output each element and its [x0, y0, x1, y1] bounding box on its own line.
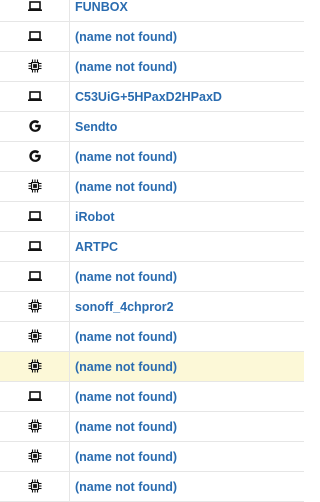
device-name-link[interactable]: sonoff_4chpror2: [75, 300, 174, 314]
chip-icon: [27, 58, 43, 74]
chip-icon: [27, 298, 43, 314]
device-name-link[interactable]: (name not found): [75, 420, 177, 434]
device-icon-cell: [0, 141, 70, 172]
device-name-cell: (name not found): [69, 351, 304, 382]
device-name-link[interactable]: (name not found): [75, 390, 177, 404]
device-icon-cell: [0, 231, 70, 262]
device-name-cell: (name not found): [69, 141, 304, 172]
device-name-cell: (name not found): [69, 51, 304, 82]
device-row: (name not found): [0, 261, 304, 292]
device-name-link[interactable]: (name not found): [75, 150, 177, 164]
device-icon-cell: [0, 321, 70, 352]
chip-icon: [27, 178, 43, 194]
device-name-link[interactable]: ARTPC: [75, 240, 118, 254]
device-name-link[interactable]: (name not found): [75, 450, 177, 464]
device-name-link[interactable]: iRobot: [75, 210, 115, 224]
laptop-icon: [27, 208, 43, 224]
device-row: ARTPC: [0, 231, 304, 262]
device-row: (name not found): [0, 141, 304, 172]
chip-icon: [27, 418, 43, 434]
chip-icon: [27, 448, 43, 464]
device-icon-cell: [0, 471, 70, 502]
device-row: (name not found): [0, 21, 304, 52]
device-icon-cell: [0, 111, 70, 142]
device-name-cell: (name not found): [69, 441, 304, 472]
laptop-icon: [27, 0, 43, 14]
device-name-link[interactable]: (name not found): [75, 270, 177, 284]
device-icon-cell: [0, 261, 70, 292]
device-row: (name not found): [0, 351, 304, 382]
chip-icon: [27, 328, 43, 344]
device-name-cell: FUNBOX: [69, 0, 304, 22]
device-name-cell: (name not found): [69, 21, 304, 52]
device-name-link[interactable]: (name not found): [75, 480, 177, 494]
device-icon-cell: [0, 411, 70, 442]
laptop-icon: [27, 28, 43, 44]
google-icon: [27, 148, 43, 164]
device-row: (name not found): [0, 51, 304, 82]
device-row: (name not found): [0, 441, 304, 472]
device-name-cell: ARTPC: [69, 231, 304, 262]
device-name-cell: (name not found): [69, 471, 304, 502]
chip-icon: [27, 478, 43, 494]
laptop-icon: [27, 268, 43, 284]
device-name-link[interactable]: (name not found): [75, 330, 177, 344]
device-name-cell: (name not found): [69, 411, 304, 442]
device-icon-cell: [0, 21, 70, 52]
device-name-link[interactable]: (name not found): [75, 360, 177, 374]
device-icon-cell: [0, 0, 70, 22]
device-name-cell: (name not found): [69, 171, 304, 202]
device-name-cell: (name not found): [69, 261, 304, 292]
device-rows: FUNBOX (name not found) (name not found) C5…: [0, 0, 304, 502]
laptop-icon: [27, 88, 43, 104]
device-icon-cell: [0, 351, 70, 382]
device-name-cell: sonoff_4chpror2: [69, 291, 304, 322]
device-icon-cell: [0, 171, 70, 202]
device-name-link[interactable]: (name not found): [75, 60, 177, 74]
device-row: iRobot: [0, 201, 304, 232]
device-row: (name not found): [0, 321, 304, 352]
device-name-cell: Sendto: [69, 111, 304, 142]
device-row: (name not found): [0, 471, 304, 502]
device-name-link[interactable]: (name not found): [75, 180, 177, 194]
device-icon-cell: [0, 381, 70, 412]
device-icon-cell: [0, 51, 70, 82]
device-name-cell: iRobot: [69, 201, 304, 232]
device-name-cell: C53UiG+5HPaxD2HPaxD: [69, 81, 304, 112]
device-icon-cell: [0, 81, 70, 112]
device-table: FUNBOX (name not found) (name not found) C5…: [0, 0, 304, 502]
google-icon: [27, 118, 43, 134]
device-icon-cell: [0, 291, 70, 322]
device-row: (name not found): [0, 381, 304, 412]
device-name-link[interactable]: (name not found): [75, 30, 177, 44]
laptop-icon: [27, 238, 43, 254]
device-row: sonoff_4chpror2: [0, 291, 304, 322]
device-row: (name not found): [0, 411, 304, 442]
device-row: Sendto: [0, 111, 304, 142]
device-name-cell: (name not found): [69, 381, 304, 412]
device-icon-cell: [0, 201, 70, 232]
device-icon-cell: [0, 441, 70, 472]
device-name-link[interactable]: Sendto: [75, 120, 117, 134]
device-name-link[interactable]: FUNBOX: [75, 0, 128, 14]
device-name-link[interactable]: C53UiG+5HPaxD2HPaxD: [75, 90, 222, 104]
device-row: (name not found): [0, 171, 304, 202]
device-name-cell: (name not found): [69, 321, 304, 352]
chip-icon: [27, 358, 43, 374]
device-row: FUNBOX: [0, 0, 304, 22]
laptop-icon: [27, 388, 43, 404]
device-row: C53UiG+5HPaxD2HPaxD: [0, 81, 304, 112]
